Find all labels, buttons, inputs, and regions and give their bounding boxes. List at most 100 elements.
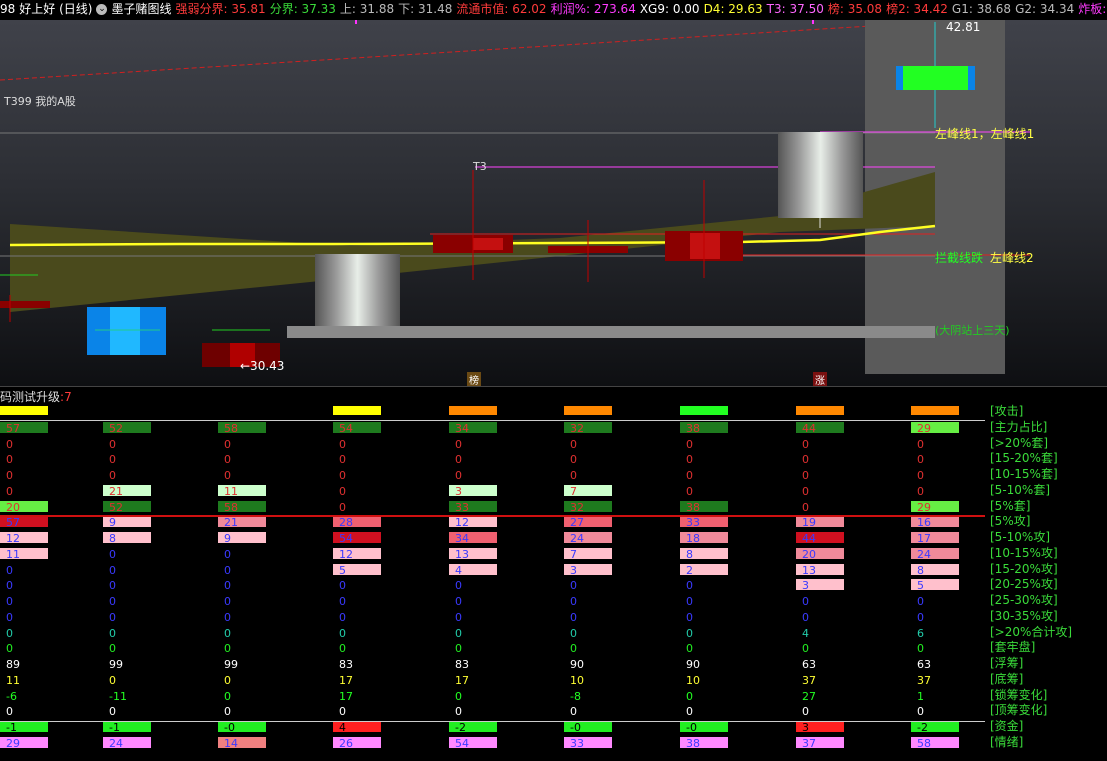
indicator-cell: 0 bbox=[339, 437, 346, 451]
indicator-cell: 29 bbox=[911, 421, 959, 435]
indicator-cell: 0 bbox=[339, 705, 346, 719]
indicator-cell: 33 bbox=[449, 500, 497, 514]
indicator-cell: 0 bbox=[109, 595, 116, 608]
price-chart[interactable]: T399 我的A股 T3 42.81 ←30.43 左峰线1，左峰线1 拦截线跌… bbox=[0, 20, 1107, 386]
indicator-cell: 54 bbox=[333, 421, 381, 435]
indicator-cell: 18 bbox=[680, 532, 728, 545]
panel-title-value: 7 bbox=[64, 390, 72, 404]
indicator-cell: 7 bbox=[564, 547, 612, 561]
indicator-cell: 5 bbox=[333, 563, 381, 577]
indicator-cell: 33 bbox=[680, 516, 728, 529]
indicator-cell: 0 bbox=[109, 453, 116, 467]
indicator-cell: 0 bbox=[109, 469, 116, 482]
indicator-cell: 0 bbox=[109, 610, 116, 624]
indicator-cell: -6 bbox=[6, 689, 17, 703]
indicator-cell: 58 bbox=[218, 500, 266, 514]
indicator-cell: 0 bbox=[570, 579, 577, 593]
indicator-cell: 38 bbox=[680, 736, 728, 750]
indicator-cell: 0 bbox=[339, 484, 346, 498]
indicator-cell: 0 bbox=[224, 673, 231, 687]
stock-title: 好上好 (日线) bbox=[19, 2, 93, 16]
indicator-panel[interactable]: 码测试升级:7 57 52 58 54 34 32 38 44 29 0 0 0 0 0 0 0 0 0 0 0 0 0 0… bbox=[0, 386, 1107, 761]
indicator-cell: 0 bbox=[917, 595, 924, 608]
indicator-cell: 17 bbox=[455, 673, 469, 687]
indicator-cell: 4 bbox=[449, 563, 497, 577]
indicator-cell: 0 bbox=[802, 469, 809, 482]
indicator-cell: 0 bbox=[224, 453, 231, 467]
indicator-cell: 0 bbox=[570, 595, 577, 608]
indicator-cell: -8 bbox=[570, 689, 581, 703]
indicator-cell: 0 bbox=[455, 705, 462, 719]
indicator-cell: 14 bbox=[218, 736, 266, 750]
indicator-cell: 0 bbox=[570, 705, 577, 719]
indicator-cell: -0 bbox=[218, 721, 266, 734]
indicator-cell: 0 bbox=[339, 626, 346, 640]
indicator-cell bbox=[911, 406, 959, 415]
indicator-cell: 29 bbox=[0, 736, 48, 750]
indicator-cell: 63 bbox=[802, 658, 816, 671]
indicator-cell: 20 bbox=[0, 500, 48, 514]
indicator-cell: 83 bbox=[455, 658, 469, 671]
header-value: 利润%: 273.64 bbox=[550, 2, 636, 16]
indicator-cell: 0 bbox=[109, 626, 116, 640]
indicator-cell: 1 bbox=[917, 689, 924, 703]
indicator-cell: -0 bbox=[564, 721, 612, 734]
indicator-cell: 37 bbox=[796, 736, 844, 750]
low-price-label: ←30.43 bbox=[240, 359, 285, 373]
indicator-cell: 17 bbox=[339, 689, 353, 703]
indicator-cell: 0 bbox=[224, 595, 231, 608]
high-price-label: 42.81 bbox=[946, 20, 981, 34]
indicator-cell: 27 bbox=[564, 516, 612, 529]
dropdown-icon[interactable]: ⌄ bbox=[96, 4, 108, 15]
separator-line bbox=[0, 721, 985, 722]
indicator-cell: 90 bbox=[686, 658, 700, 671]
indicator-cell: -1 bbox=[103, 721, 151, 734]
indicator-cell: 0 bbox=[109, 642, 116, 656]
indicator-cell bbox=[564, 406, 612, 415]
indicator-cell: 32 bbox=[564, 500, 612, 514]
indicator-cell: 0 bbox=[802, 642, 809, 656]
indicator-cell: 12 bbox=[333, 547, 381, 561]
indicator-cell: 6 bbox=[917, 626, 924, 640]
indicator-cell: 0 bbox=[109, 673, 116, 687]
indicator-cell: 0 bbox=[686, 705, 693, 719]
header-value: 榜: 35.08 bbox=[827, 2, 883, 16]
yin-label: (大阴站上三天) bbox=[935, 324, 1010, 337]
indicator-cell: 0 bbox=[339, 579, 346, 593]
grey-candle bbox=[778, 132, 863, 218]
indicator-cell: 24 bbox=[564, 532, 612, 545]
indicator-cell: 0 bbox=[802, 610, 809, 624]
indicator-cell: 0 bbox=[224, 642, 231, 656]
indicator-cell: -1 bbox=[0, 721, 48, 734]
indicator-label: [10-15%套] bbox=[990, 467, 1058, 481]
indicator-cell: 0 bbox=[686, 689, 693, 703]
indicator-label: [资金] bbox=[990, 719, 1024, 733]
indicator-cell: 24 bbox=[103, 736, 151, 750]
indicator-cell: 52 bbox=[103, 500, 151, 514]
indicator-cell: 12 bbox=[449, 516, 497, 529]
indicator-label: [锁筹变化] bbox=[990, 687, 1048, 702]
indicator-cell: 29 bbox=[911, 500, 959, 514]
indicator-cell: 32 bbox=[564, 421, 612, 435]
indicator-cell: 54 bbox=[333, 532, 381, 545]
indicator-label: [浮筹] bbox=[990, 656, 1024, 670]
indicator-label: [30-35%攻] bbox=[990, 608, 1058, 623]
panel-title: 码测试升级:7 bbox=[0, 390, 72, 404]
indicator-cell: 0 bbox=[917, 437, 924, 451]
indicator-cell: 0 bbox=[224, 469, 231, 482]
indicator-cell: 0 bbox=[686, 626, 693, 640]
indicator-cell: 13 bbox=[796, 563, 844, 577]
indicator-header-bar: 98 好上好 (日线) ⌄ 墨子赌图线 强弱分界: 35.81 分界: 37.33 上: 3… bbox=[0, 0, 1107, 20]
indicator-cell: 0 bbox=[802, 484, 809, 498]
indicator-cell: 63 bbox=[917, 658, 931, 671]
floor-bar bbox=[287, 326, 935, 338]
top-marker bbox=[812, 20, 814, 24]
indicator-label: [5%攻] bbox=[990, 514, 1031, 529]
indicator-cell: 11 bbox=[218, 484, 266, 498]
indicator-cell: 34 bbox=[449, 421, 497, 435]
indicator-cell: 0 bbox=[109, 563, 116, 577]
indicator-cell: 0 bbox=[686, 579, 693, 593]
indicator-cell: 0 bbox=[686, 453, 693, 467]
indicator-cell: 0 bbox=[455, 437, 462, 451]
indicator-label: [攻击] bbox=[990, 404, 1024, 418]
